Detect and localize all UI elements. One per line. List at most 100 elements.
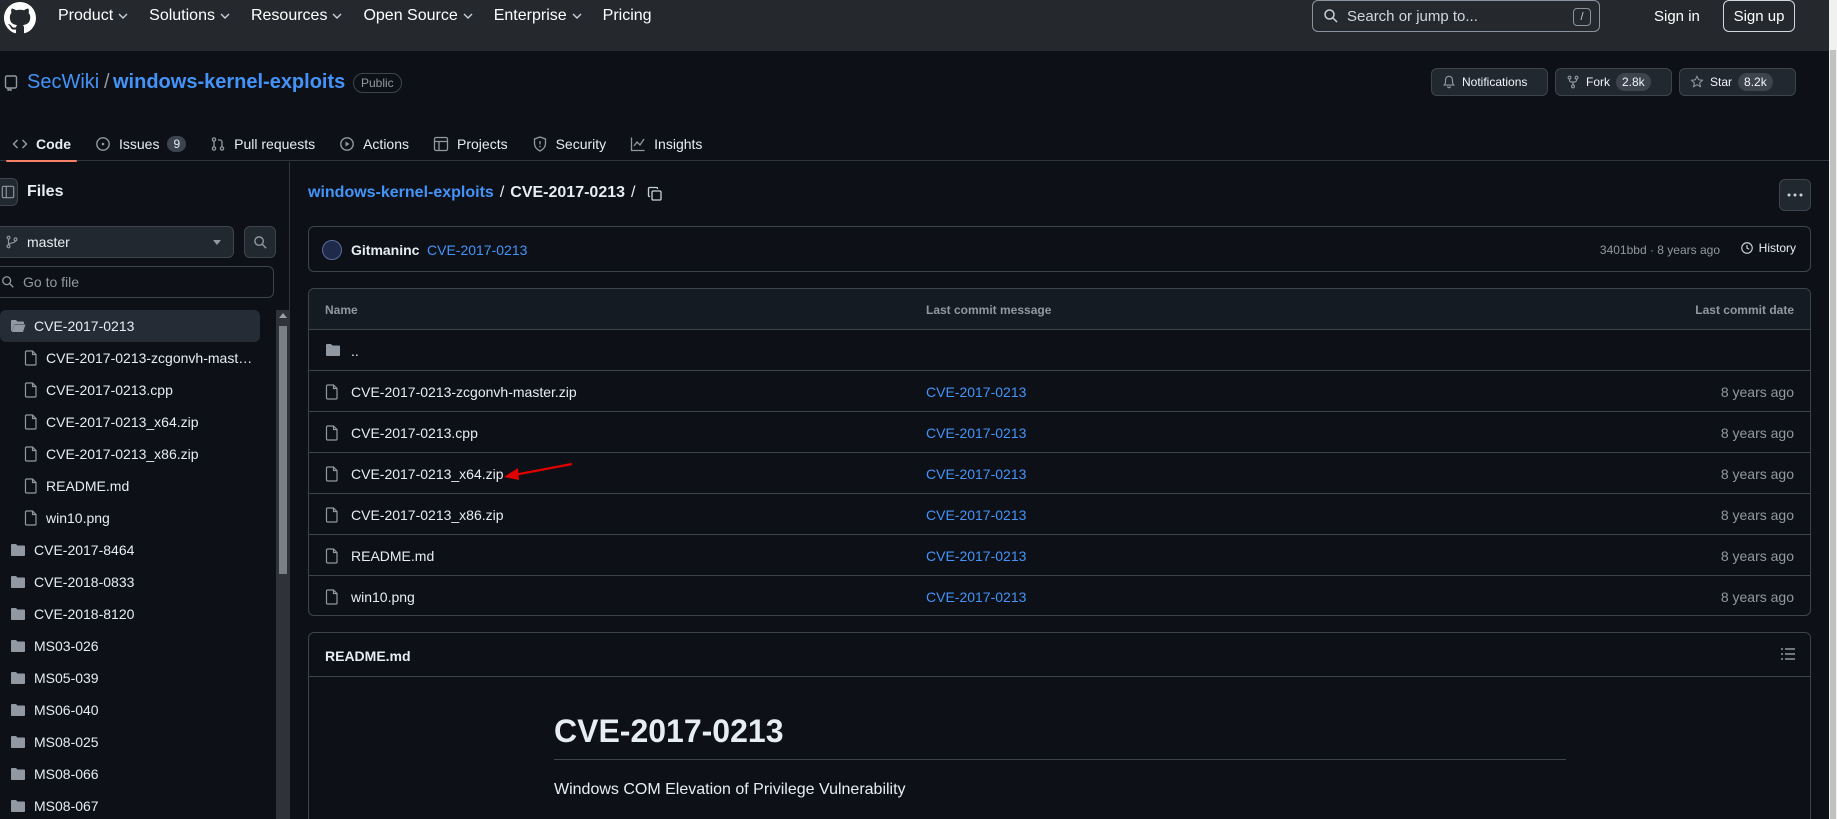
- tree-folder-item[interactable]: MS08-067: [0, 790, 270, 819]
- folder-open-icon: [11, 320, 26, 332]
- commit-message-link[interactable]: CVE-2017-0213: [926, 507, 1026, 523]
- tree-folder-item[interactable]: CVE-2017-8464: [0, 534, 270, 566]
- parent-directory-link[interactable]: ..: [351, 343, 359, 359]
- issue-icon: [96, 137, 110, 151]
- tab-label: Actions: [363, 136, 410, 152]
- commit-meta[interactable]: 3401bbd · 8 years ago: [1600, 243, 1720, 257]
- commit-message-link[interactable]: CVE-2017-0213: [926, 548, 1026, 564]
- go-to-file-input[interactable]: Go to file: [0, 266, 274, 298]
- repo-name-link[interactable]: windows-kernel-exploits: [113, 71, 345, 94]
- table-row: CVE-2017-0213-zcgonvh-master.zip CVE-2017…: [309, 371, 1810, 412]
- tab-security[interactable]: Security: [520, 127, 619, 161]
- nav-product[interactable]: Product: [58, 6, 141, 26]
- avatar[interactable]: [322, 240, 342, 260]
- nav-solutions[interactable]: Solutions: [149, 6, 243, 26]
- tree-file-item[interactable]: CVE-2017-0213-zcgonvh-mast…: [0, 342, 270, 374]
- copy-icon[interactable]: [647, 186, 663, 202]
- commit-message-link[interactable]: CVE-2017-0213: [926, 466, 1026, 482]
- tab-actions[interactable]: Actions: [327, 127, 421, 161]
- tree-folder-item[interactable]: MS08-066: [0, 758, 270, 790]
- file-name-link[interactable]: README.md: [351, 548, 434, 564]
- sidebar-scrollbar[interactable]: [276, 310, 290, 819]
- readme-filename[interactable]: README.md: [325, 648, 411, 664]
- tree-item-label: CVE-2017-0213_x86.zip: [46, 446, 199, 462]
- file-icon: [24, 478, 37, 494]
- search-shortcut-key: /: [1573, 8, 1591, 26]
- breadcrumb-current: CVE-2017-0213: [510, 184, 626, 201]
- file-search-button[interactable]: [244, 226, 276, 258]
- tab-pull-requests[interactable]: Pull requests: [198, 127, 327, 161]
- file-name-link[interactable]: CVE-2017-0213-zcgonvh-master.zip: [351, 384, 577, 400]
- tree-folder-item[interactable]: CVE-2018-8120: [0, 598, 270, 630]
- parent-directory-row[interactable]: ..: [309, 330, 1810, 371]
- nav-resources[interactable]: Resources: [251, 6, 355, 26]
- nav-label: Solutions: [149, 7, 215, 24]
- tree-folder-item[interactable]: CVE-2018-0833: [0, 566, 270, 598]
- page-scrollbar-thumb[interactable]: [1830, 50, 1836, 819]
- nav-open-source[interactable]: Open Source: [363, 6, 485, 26]
- tree-file-item[interactable]: README.md: [0, 470, 270, 502]
- search-input[interactable]: Search or jump to... /: [1312, 0, 1600, 32]
- breadcrumb: windows-kernel-exploits / CVE-2017-0213 …: [308, 184, 635, 202]
- tree-file-item[interactable]: CVE-2017-0213_x64.zip: [0, 406, 270, 438]
- chevron-down-icon: [332, 13, 342, 19]
- tab-projects[interactable]: Projects: [421, 127, 520, 161]
- tree-item-label: CVE-2018-8120: [34, 606, 135, 622]
- tree-folder-item[interactable]: MS05-039: [0, 662, 270, 694]
- repo-owner-link[interactable]: SecWiki: [27, 71, 99, 94]
- nav-enterprise[interactable]: Enterprise: [494, 6, 595, 26]
- folder-icon: [11, 576, 25, 588]
- tree-folder-item[interactable]: MS08-025: [0, 726, 270, 758]
- fork-button[interactable]: Fork 2.8k: [1555, 68, 1672, 96]
- page-scrollbar[interactable]: [1829, 0, 1837, 819]
- commit-message-link[interactable]: CVE-2017-0213: [926, 384, 1026, 400]
- commit-author[interactable]: Gitmaninc: [351, 242, 419, 258]
- tree-file-item[interactable]: CVE-2017-0213_x86.zip: [0, 438, 270, 470]
- star-label: Star: [1710, 75, 1733, 89]
- file-name-link[interactable]: win10.png: [351, 589, 415, 605]
- nav-pricing[interactable]: Pricing: [603, 6, 664, 26]
- tree-item-label: win10.png: [46, 510, 110, 526]
- commit-message-link[interactable]: CVE-2017-0213: [926, 589, 1026, 605]
- breadcrumb-repo-link[interactable]: windows-kernel-exploits: [308, 184, 494, 202]
- commit-message-link[interactable]: CVE-2017-0213: [926, 425, 1026, 441]
- sign-in-link[interactable]: Sign in: [1654, 8, 1700, 25]
- outline-list-icon[interactable]: [1780, 647, 1796, 661]
- more-options-button[interactable]: [1779, 179, 1811, 211]
- tree-file-item[interactable]: CVE-2017-0213.cpp: [0, 374, 270, 406]
- repo-tabs: Code Issues 9 Pull requests Actions Proj…: [0, 127, 714, 162]
- nav-label: Resources: [250, 7, 328, 24]
- history-link[interactable]: History: [1740, 241, 1796, 255]
- commit-date: 8 years ago: [1720, 507, 1794, 523]
- files-heading: Files: [27, 183, 64, 200]
- github-logo-icon[interactable]: [4, 2, 36, 34]
- file-name-link[interactable]: CVE-2017-0213.cpp: [351, 425, 478, 441]
- sign-up-button[interactable]: Sign up: [1723, 0, 1795, 32]
- file-name-link[interactable]: CVE-2017-0213_x86.zip: [351, 507, 504, 523]
- tree-folder-item[interactable]: MS03-026: [0, 630, 270, 662]
- repo-header: SecWiki / windows-kernel-exploits Public…: [0, 51, 1829, 162]
- commit-message-link[interactable]: CVE-2017-0213: [427, 242, 527, 258]
- file-icon: [325, 425, 338, 441]
- tree-item-label: CVE-2017-0213_x64.zip: [46, 414, 199, 430]
- scroll-up-icon[interactable]: [279, 313, 287, 318]
- folder-icon: [11, 704, 25, 716]
- search-icon: [253, 235, 267, 249]
- notifications-button[interactable]: Notifications: [1431, 68, 1548, 96]
- file-icon: [24, 350, 37, 366]
- branch-selector[interactable]: master: [0, 226, 234, 258]
- file-icon: [325, 548, 338, 564]
- tree-folder-item[interactable]: MS06-040: [0, 694, 270, 726]
- tree-file-item[interactable]: win10.png: [0, 502, 270, 534]
- tree-folder-item[interactable]: CVE-2017-0213: [0, 310, 260, 342]
- collapse-sidebar-button[interactable]: [0, 178, 18, 206]
- sidebar-scrollbar-thumb[interactable]: [279, 326, 287, 574]
- readme-divider: [554, 759, 1566, 760]
- file-icon: [24, 446, 37, 462]
- tab-insights[interactable]: Insights: [618, 127, 714, 161]
- file-tree: CVE-2017-0213 CVE-2017-0213-zcgonvh-mast……: [0, 310, 270, 819]
- tab-issues[interactable]: Issues 9: [83, 127, 198, 161]
- file-name-link[interactable]: CVE-2017-0213_x64.zip: [351, 466, 504, 482]
- star-button[interactable]: Star 8.2k: [1679, 68, 1796, 96]
- tab-code[interactable]: Code: [0, 127, 83, 162]
